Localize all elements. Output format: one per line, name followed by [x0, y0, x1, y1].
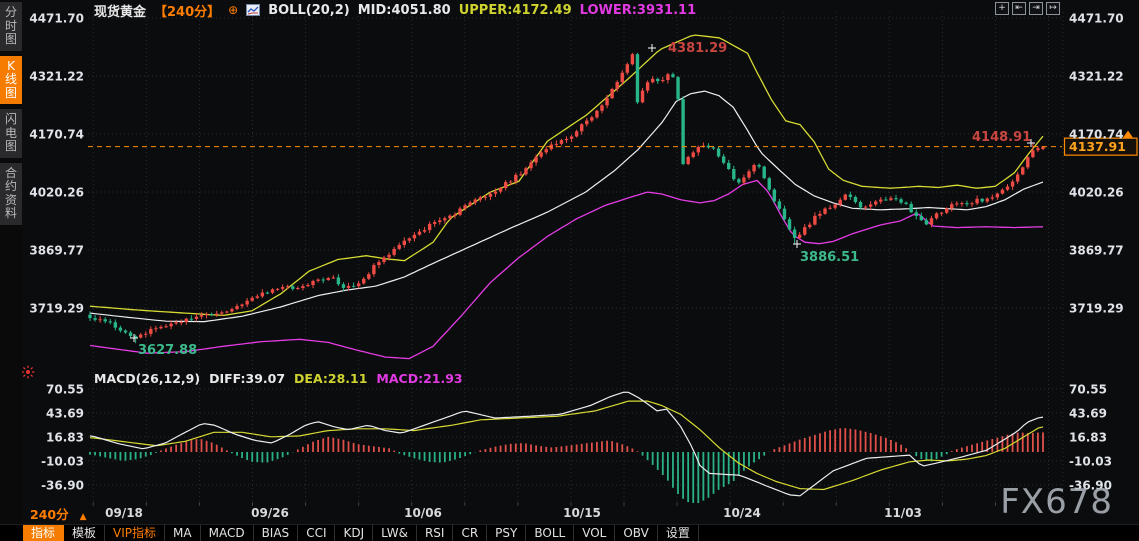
toolbar-item-VOL[interactable]: VOL [574, 525, 615, 541]
toolbar-item-MACD[interactable]: MACD [201, 525, 254, 541]
chart-title-bar: 现货黄金 【240分】 ⊕ BOLL(20,2) MID:4051.80 UPP… [94, 2, 696, 18]
timeframe-selector[interactable]: 240分 ▲ [30, 504, 87, 523]
toolbar-item-PSY[interactable]: PSY [487, 525, 526, 541]
trading-app-window: 4381.294148.913886.513627.884137.914471.… [0, 0, 1139, 541]
sidebar-tab-分时图[interactable]: 分时图 [0, 2, 22, 51]
toolbar-item-CR[interactable]: CR [453, 525, 487, 541]
toolbar-item-BOLL[interactable]: BOLL [526, 525, 574, 541]
bottom-toolbar: 指标模板VIP指标MAMACDBIASCCIKDJLW&RSICRPSYBOLL… [0, 524, 1139, 541]
macd-axis-label: 16.83 [46, 430, 84, 444]
period-label[interactable]: 【240分】 [154, 1, 220, 20]
alert-icon[interactable] [21, 365, 35, 379]
price-axis-label: 4321.22 [29, 69, 84, 83]
boll-mid-line [90, 91, 1043, 322]
boll-upper-value: UPPER:4172.49 [459, 3, 572, 18]
price-axis-label: 3719.29 [1069, 301, 1124, 315]
sidebar-tab-合约资料[interactable]: 合约资料 [0, 163, 22, 225]
x-axis-label: 10/15 [563, 506, 601, 520]
sidebar-tab-K线图[interactable]: K线图 [0, 56, 22, 105]
sidebar-tab-闪电图[interactable]: 闪电图 [0, 109, 22, 158]
macd-axis-label: 70.55 [1069, 382, 1107, 396]
axis-labels: 4471.70 4471.70 4321.22 4321.22 4170.74 4170.… [29, 12, 1123, 521]
macd-axis-label: -10.03 [1069, 454, 1112, 468]
macd-axis-label: 16.83 [1069, 430, 1107, 444]
mini-chart-icon[interactable] [246, 4, 260, 16]
boll-upper-line [90, 35, 1043, 315]
macd-dea-value: DEA:28.11 [294, 371, 367, 386]
left-sidebar: 分时图 K线图闪电图合约资料 [0, 0, 22, 524]
crosshair-icon[interactable]: + [995, 2, 1009, 15]
extreme-marker [648, 44, 656, 52]
x-axis-label: 10/24 [723, 506, 761, 520]
macd-macd-value: MACD:21.93 [376, 371, 462, 386]
macd-pane [90, 392, 1043, 503]
candles [88, 53, 1044, 343]
price-axis-label: 4020.26 [29, 185, 84, 199]
toolbar-item-设置[interactable]: 设置 [658, 525, 699, 541]
macd-axis-label: -10.03 [41, 454, 84, 468]
macd-axis-label: 43.69 [46, 406, 84, 420]
price-axis-label: 4170.74 [29, 127, 84, 141]
toolbar-item-KDJ[interactable]: KDJ [335, 525, 373, 541]
x-axis-label: 09/18 [105, 506, 143, 520]
watermark: FX678 [1000, 482, 1113, 522]
target-icon[interactable]: ⊕ [228, 4, 238, 16]
price-axis-label: 4020.26 [1069, 185, 1124, 199]
toolbar-item-OBV[interactable]: OBV [615, 525, 658, 541]
macd-header: MACD(26,12,9) DIFF:39.07 DEA:28.11 MACD:… [94, 371, 463, 386]
macd-indicator-label: MACD(26,12,9) [94, 371, 200, 386]
x-axis-label: 09/26 [251, 506, 289, 520]
price-axis-label: 4321.22 [1069, 69, 1124, 83]
boll-lower-value: LOWER:3931.11 [580, 3, 697, 18]
macd-diff-line [90, 392, 1043, 496]
chart-tool-icons: +⇤⇥↦ [995, 2, 1060, 15]
macd-axis-label: -36.90 [41, 478, 84, 492]
toolbar-item-指标[interactable]: 指标 [23, 525, 64, 541]
timeframe-label: 240分 [30, 507, 69, 522]
price-axis-label: 3719.29 [29, 301, 84, 315]
compress-axis-icon[interactable]: ⇤ [1012, 2, 1026, 15]
toolbar-item-RSI[interactable]: RSI [417, 525, 454, 541]
price-axis-label: 4170.74 [1069, 127, 1124, 141]
macd-axis-label: 43.69 [1069, 406, 1107, 420]
x-axis-label: 10/06 [404, 506, 442, 520]
pan-right-icon[interactable]: ↦ [1046, 2, 1060, 15]
macd-diff-value: DIFF:39.07 [209, 371, 285, 386]
symbol-name: 现货黄金 [94, 1, 146, 20]
price-axis-label: 3869.77 [1069, 244, 1124, 258]
price-axis-label: 4471.70 [29, 12, 84, 26]
boll-indicator-label: BOLL(20,2) [268, 3, 350, 18]
boll-mid-value: MID:4051.80 [358, 3, 451, 18]
price-annotation: 4381.29 [668, 41, 727, 56]
x-axis-label: 11/03 [884, 506, 922, 520]
toolbar-item-LW&[interactable]: LW& [373, 525, 417, 541]
chevron-up-icon: ▲ [80, 512, 87, 522]
price-axis-label: 4471.70 [1069, 12, 1124, 26]
toolbar-item-MA[interactable]: MA [165, 525, 201, 541]
price-annotation: 3627.88 [138, 343, 197, 358]
toolbar-item-VIP指标[interactable]: VIP指标 [105, 525, 165, 541]
price-annotation: 4148.91 [972, 130, 1031, 145]
price-annotation: 3886.51 [800, 250, 859, 265]
toolbar-item-CCI[interactable]: CCI [298, 525, 335, 541]
macd-axis-label: 70.55 [46, 382, 84, 396]
price-axis-label: 3869.77 [29, 244, 84, 258]
boll-lower-line [90, 181, 1043, 359]
candlestick-chart-canvas[interactable]: 4381.294148.913886.513627.884137.914471.… [0, 0, 1139, 541]
expand-axis-icon[interactable]: ⇥ [1029, 2, 1043, 15]
macd-dea-line [90, 401, 1043, 489]
toolbar-item-BIAS[interactable]: BIAS [254, 525, 299, 541]
toolbar-item-模板[interactable]: 模板 [64, 525, 105, 541]
